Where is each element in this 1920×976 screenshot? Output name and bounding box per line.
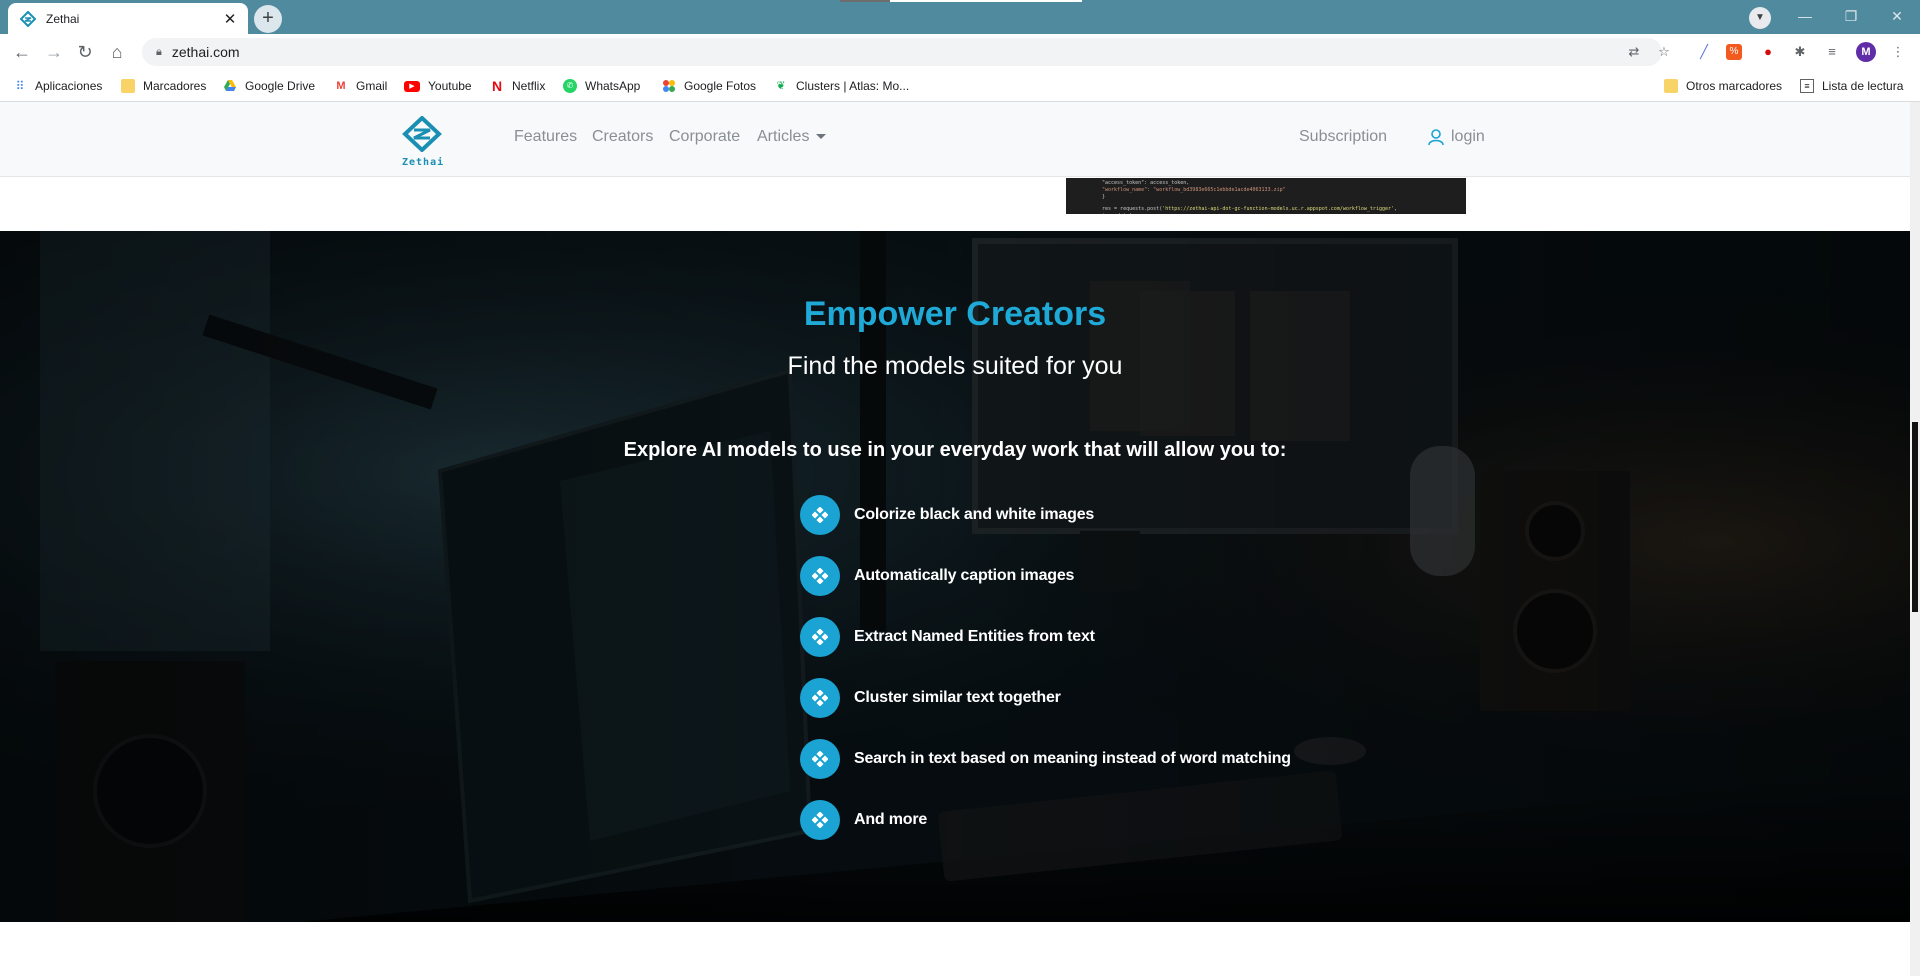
hero-lead-text: Explore AI models to use in your everyda… xyxy=(623,439,1287,461)
bookmark-netflix[interactable]: N Netflix xyxy=(490,70,545,102)
bookmark-star-icon[interactable]: ☆ xyxy=(1654,42,1674,62)
red-extension-icon[interactable]: ● xyxy=(1758,42,1778,62)
nav-corporate[interactable]: Corporate xyxy=(669,128,740,146)
address-bar[interactable]: 🔒︎ zethai.com xyxy=(142,38,1662,66)
nav-login[interactable]: login xyxy=(1427,128,1485,146)
caret-down-icon xyxy=(816,134,827,140)
menu-kebab-icon[interactable]: ⋮ xyxy=(1888,42,1908,62)
feature-text: Extract Named Entities from text xyxy=(854,628,1095,645)
zethai-favicon-icon xyxy=(19,10,37,27)
feature-list: Colorize black and white images Automati… xyxy=(800,495,1400,861)
translate-icon[interactable]: ⇄ xyxy=(1624,42,1644,62)
nav-features[interactable]: Features xyxy=(514,128,577,146)
google-photos-icon xyxy=(662,79,676,93)
nav-articles-dropdown[interactable]: Articles xyxy=(757,128,827,146)
tab-search-icon[interactable]: ▼ xyxy=(1749,7,1771,29)
tab-strip: Zethai ✕ + ▼ — ❐ ✕ xyxy=(0,0,1920,34)
feature-text: Cluster similar text together xyxy=(854,689,1061,706)
netflix-icon: N xyxy=(491,78,503,94)
home-icon[interactable]: ⌂ xyxy=(105,40,129,64)
code-line-4b: 'https://zethai-api-dot-gc-function-mode… xyxy=(1162,206,1395,212)
bookmark-whatsapp[interactable]: ✆ WhatsApp xyxy=(563,70,640,102)
code-line-3: } xyxy=(1102,194,1106,200)
user-icon xyxy=(1427,128,1445,146)
list-item: Extract Named Entities from text xyxy=(800,617,1400,678)
window-restore-button[interactable]: ❐ xyxy=(1828,4,1874,28)
percent-extension-icon[interactable]: % xyxy=(1726,44,1742,60)
bookmark-otros-marcadores[interactable]: Otros marcadores xyxy=(1664,70,1782,102)
folder-icon xyxy=(121,79,135,93)
forward-arrow-icon[interactable]: → xyxy=(42,40,66,64)
code-snippet-preview: "access_token": access_token, "workflow_… xyxy=(1066,178,1466,214)
back-arrow-icon[interactable]: ← xyxy=(10,40,34,64)
reload-icon[interactable]: ↻ xyxy=(73,40,97,64)
hero-subtitle: Find the models suited for you xyxy=(787,352,1123,380)
browser-toolbar: ← → ↻ ⌂ 🔒︎ zethai.com ⇄ ☆ ╱ % ● ✱ ≡ M ⋮ xyxy=(0,34,1920,70)
profile-avatar[interactable]: M xyxy=(1856,42,1876,62)
bookmark-lista-de-lectura[interactable]: ≡ Lista de lectura xyxy=(1800,70,1903,102)
nav-articles-label: Articles xyxy=(757,128,810,145)
diamond-bullet-icon xyxy=(800,800,840,840)
mongodb-leaf-icon: ❦ xyxy=(776,80,786,92)
new-tab-button[interactable]: + xyxy=(254,5,282,33)
logo-text: Zethai xyxy=(402,157,445,168)
feature-text: Colorize black and white images xyxy=(854,506,1095,523)
list-item: Automatically caption images xyxy=(800,556,1400,617)
list-item: Search in text based on meaning instead … xyxy=(800,739,1400,800)
list-item: Cluster similar text together xyxy=(800,678,1400,739)
feature-text: Search in text based on meaning instead … xyxy=(854,750,1291,767)
tab-title: Zethai xyxy=(46,11,80,26)
pen-extension-icon[interactable]: ╱ xyxy=(1694,42,1714,62)
zethai-logo[interactable]: Zethai xyxy=(402,115,445,168)
apps-grid-icon: ⠿ xyxy=(15,79,25,93)
bookmark-gmail[interactable]: M Gmail xyxy=(334,70,387,102)
feature-text: And more xyxy=(854,811,928,828)
feature-text: Automatically caption images xyxy=(854,567,1075,584)
bookmark-youtube[interactable]: ▶ Youtube xyxy=(404,70,472,102)
code-line-4a: res = requests.post( xyxy=(1102,206,1163,212)
tab-strip-indicator xyxy=(840,0,890,2)
zethai-logo-mark-icon xyxy=(402,115,442,153)
gmail-icon: M xyxy=(336,80,346,92)
bookmark-google-drive[interactable]: Google Drive xyxy=(223,70,315,102)
list-item: Colorize black and white images xyxy=(800,495,1400,556)
youtube-icon: ▶ xyxy=(404,80,420,92)
media-queue-icon[interactable]: ≡ xyxy=(1822,42,1842,62)
folder-icon xyxy=(1664,79,1678,93)
window-close-button[interactable]: ✕ xyxy=(1874,4,1920,28)
diamond-bullet-icon xyxy=(800,556,840,596)
diamond-bullet-icon xyxy=(800,495,840,535)
bookmark-google-fotos[interactable]: Google Fotos xyxy=(662,70,756,102)
whatsapp-icon: ✆ xyxy=(563,79,577,93)
code-line-2: "workflow_name": "workflow_bd3983e665c1e… xyxy=(1102,187,1286,193)
window-minimize-button[interactable]: — xyxy=(1782,4,1828,28)
nav-creators[interactable]: Creators xyxy=(592,128,653,146)
bookmarks-bar: ⠿ Aplicaciones Marcadores Google Drive M… xyxy=(0,70,1920,102)
list-item: And more xyxy=(800,800,1400,861)
tab-strip-indicator-light xyxy=(890,0,1082,2)
hero-content: Empower Creators Find the models suited … xyxy=(0,231,1910,922)
browser-tab-active[interactable]: Zethai ✕ xyxy=(8,3,248,34)
diamond-bullet-icon xyxy=(800,678,840,718)
extensions-puzzle-icon[interactable]: ✱ xyxy=(1790,42,1810,62)
tab-close-icon[interactable]: ✕ xyxy=(222,10,238,28)
diamond-bullet-icon xyxy=(800,617,840,657)
reading-list-icon: ≡ xyxy=(1800,79,1814,93)
hero-title: Empower Creators xyxy=(803,295,1107,333)
lock-icon: 🔒︎ xyxy=(156,45,162,58)
site-navbar: Zethai Features Creators Corporate Artic… xyxy=(0,102,1910,177)
url-text: zethai.com xyxy=(171,44,240,60)
page-viewport: Zethai Features Creators Corporate Artic… xyxy=(0,102,1920,976)
login-label: login xyxy=(1451,128,1485,146)
page-scrollbar-thumb[interactable] xyxy=(1912,422,1918,612)
code-line-1: "access_token": access_token, xyxy=(1102,180,1190,186)
google-drive-icon xyxy=(223,79,237,93)
bookmark-marcadores[interactable]: Marcadores xyxy=(121,70,206,102)
bookmark-mongodb-atlas[interactable]: ❦ Clusters | Atlas: Mo... xyxy=(774,70,909,102)
bookmark-apps[interactable]: ⠿ Aplicaciones xyxy=(13,70,103,102)
diamond-bullet-icon xyxy=(800,739,840,779)
nav-subscription[interactable]: Subscription xyxy=(1299,128,1387,146)
hero-section: Empower Creators Find the models suited … xyxy=(0,231,1910,922)
